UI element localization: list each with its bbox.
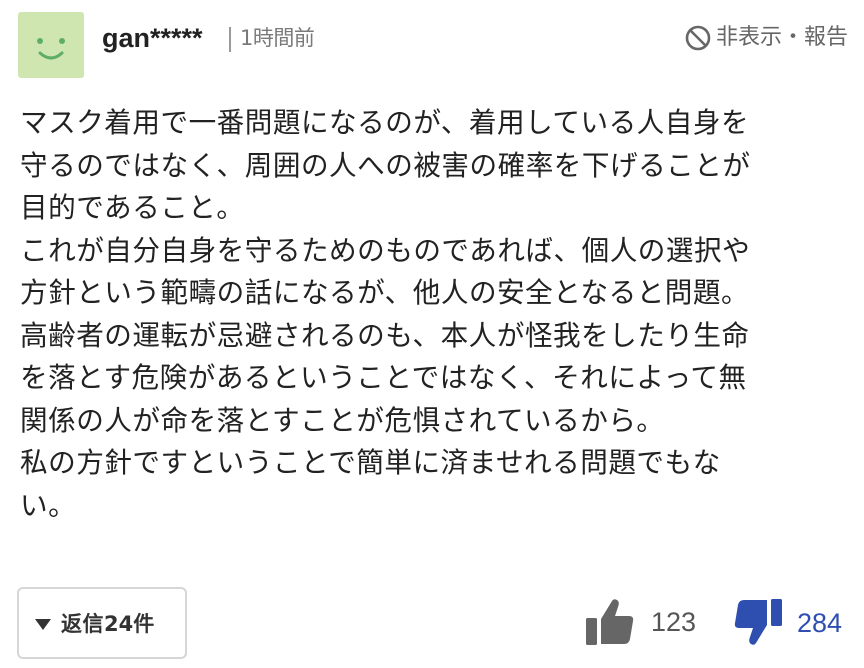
thumbs-down-icon	[734, 599, 782, 645]
comment-line: を落とす危険があるということではなく、それによって無	[20, 361, 747, 394]
comment-line: 方針という範疇の話になるが、他人の安全となると問題。	[20, 276, 750, 309]
replies-toggle-button[interactable]: 返信 24件	[17, 587, 187, 659]
triangle-down-icon	[35, 618, 51, 630]
comment-line: これが自分自身を守るためのものであれば、個人の選択や	[20, 233, 751, 267]
comment-line: マスク着用で一番問題になるのが、着用している人自身を	[20, 106, 750, 139]
dislike-count: 284	[797, 607, 843, 638]
comment-line: 目的であること。	[20, 191, 245, 224]
prohibited-icon	[685, 25, 711, 51]
comment-line: 私の方針ですということで簡単に済ませれる問題でもな	[20, 446, 721, 479]
comment-line: 関係の人が命を落とすことが危惧されているから。	[20, 403, 665, 437]
comment-line: 守るのではなく、周囲の人への被害の確率を下げることが	[20, 148, 751, 182]
username: gan*****	[102, 23, 203, 53]
reply-label: 返信	[61, 612, 104, 636]
like-count: 123	[651, 606, 697, 637]
smiley-face-icon	[37, 38, 65, 60]
timestamp: 1時間前	[240, 26, 315, 50]
hide-report-button[interactable]: 非表示・報告	[684, 22, 848, 54]
avatar	[18, 12, 84, 78]
dislike-button[interactable]: 284	[733, 598, 842, 648]
thumbs-up-icon	[586, 599, 634, 645]
hide-report-label: 非表示・報告	[715, 25, 848, 50]
comment-line: 高齢者の運転が忌避されるのも、本人が怪我をしたり生命	[20, 318, 750, 352]
reply-count: 24件	[104, 612, 155, 636]
comment-body: マスク着用で一番問題になるのが、着用している人自身を 守るのではなく、周囲の人へ…	[20, 102, 848, 527]
header-divider	[229, 27, 231, 52]
like-button[interactable]: 123	[585, 598, 696, 646]
comment-line: い。	[20, 488, 77, 522]
